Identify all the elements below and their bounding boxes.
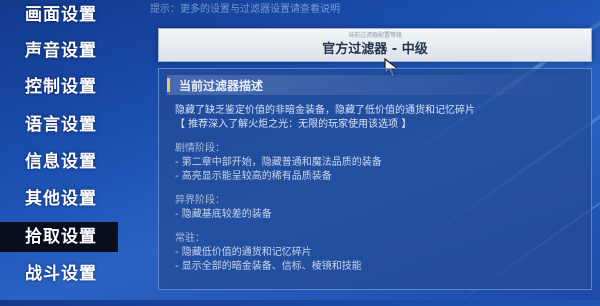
settings-menu: 画面设置 声音设置 控制设置 语言设置 信息设置 其他设置 拾取设置 战斗设置: [0, 0, 140, 300]
filter-selector[interactable]: 当前过滤器配置等级 官方过滤器 - 中级: [158, 28, 592, 62]
panel-title: 当前过滤器描述: [179, 79, 264, 93]
panel-title-bar: 当前过滤器描述: [167, 75, 583, 95]
menu-item-info[interactable]: 信息设置: [0, 147, 118, 177]
section-line: - 第二章中部开始，隐藏普通和魔法品质的装备: [175, 157, 382, 168]
section-heading-otherworld: 异界阶段：: [175, 195, 225, 206]
section-heading-permanent: 常驻：: [175, 233, 205, 244]
menu-item-display[interactable]: 画面设置: [0, 0, 118, 30]
menu-item-pickup[interactable]: 拾取设置: [0, 222, 118, 252]
menu-item-combat[interactable]: 战斗设置: [0, 259, 118, 289]
filter-title: 官方过滤器 - 中级: [322, 42, 428, 57]
section-line: - 高亮显示能呈较高的稀有品质装备: [175, 171, 332, 182]
menu-item-sound[interactable]: 声音设置: [0, 36, 118, 66]
menu-item-control[interactable]: 控制设置: [0, 72, 118, 102]
description-recommend: 【 推荐深入了解火炬之光：无限的玩家使用该选项 】: [175, 119, 412, 130]
section-line: - 隐藏基底较差的装备: [175, 209, 272, 220]
section-line: - 隐藏低价值的通货和记忆碎片: [175, 247, 312, 258]
section-heading-story: 剧情阶段：: [175, 143, 225, 154]
menu-item-language[interactable]: 语言设置: [0, 110, 118, 140]
filter-description-panel: 当前过滤器描述 隐藏了缺乏鉴定价值的非暗金装备，隐藏了低价值的通货和记忆碎片 【…: [158, 68, 592, 290]
description-intro: 隐藏了缺乏鉴定价值的非暗金装备，隐藏了低价值的通货和记忆碎片: [175, 105, 475, 116]
top-hint: 提示：更多的设置与过滤器设置请查看说明: [150, 4, 340, 15]
menu-item-other[interactable]: 其他设置: [0, 184, 118, 214]
title-accent-mark: [167, 78, 170, 92]
section-line: - 显示全部的暗金装备、信标、棱镜和技能: [175, 261, 362, 272]
